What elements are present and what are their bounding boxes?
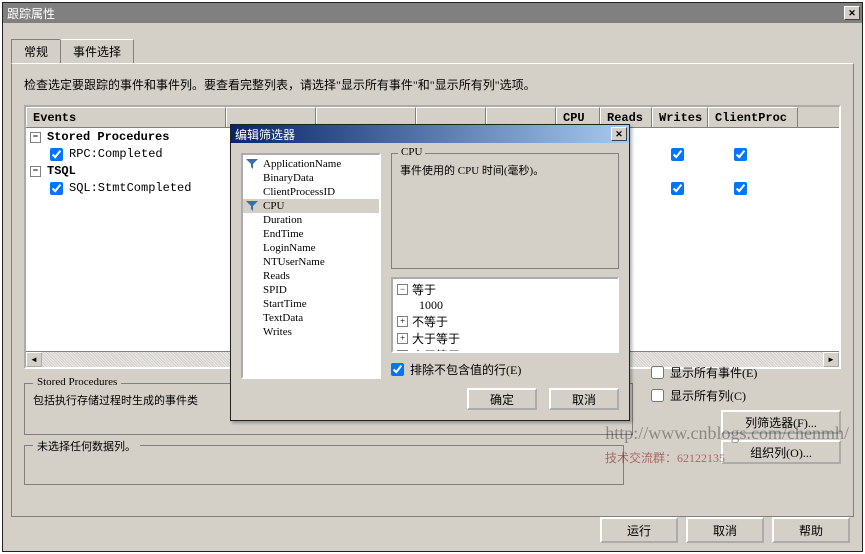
dialog-cancel-button[interactable]: 取消 [549,388,619,410]
show-all-events-check[interactable] [651,366,664,379]
dialog-titlebar: 编辑筛选器 ✕ [231,125,629,143]
expander-icon[interactable]: − [397,284,408,295]
show-all-cols-check[interactable] [651,389,664,402]
category-sp-label: Stored Procedures [47,130,169,144]
category-tsql-label: TSQL [47,164,76,178]
filter-item-spid[interactable]: SPID [243,283,379,297]
col-events[interactable]: Events [26,107,226,127]
scroll-left-icon[interactable]: ◄ [26,352,42,367]
funnel-icon [246,201,258,211]
filter-item-textdata[interactable]: TextData [243,311,379,325]
funnel-icon [246,159,258,169]
exclude-row: 排除不包含值的行(E) [391,361,619,378]
chk-stmt-cp[interactable] [734,182,747,195]
close-button[interactable]: ✕ [844,6,860,20]
check-stmt[interactable] [50,182,63,195]
show-all-events-label[interactable]: 显示所有事件(E) [651,364,841,381]
tab-strip: 常规 事件选择 [11,39,854,63]
bottom-buttons: 运行 取消 帮助 [600,517,850,543]
tab-general[interactable]: 常规 [11,39,61,63]
titlebar: 跟踪属性 ✕ [3,3,862,23]
filter-item-cpu[interactable]: CPU [243,199,379,213]
chk-rpc-cp[interactable] [734,148,747,161]
expander-icon[interactable]: + [397,333,408,344]
chk-stmt-writes[interactable] [671,182,684,195]
cpu-group-title: CPU [398,146,425,158]
tree-eq[interactable]: −等于 [395,281,615,298]
dialog-title: 编辑筛选器 [235,126,295,143]
cpu-desc: 事件使用的 CPU 时间(毫秒)。 [400,162,610,178]
col-clientproc[interactable]: ClientProc [708,107,798,127]
nodatacol-groupbox: 未选择任何数据列。 [24,445,624,485]
run-button[interactable]: 运行 [600,517,678,543]
cpu-description-box: CPU 事件使用的 CPU 时间(毫秒)。 [391,153,619,269]
event-rpc-label: RPC:Completed [69,147,163,161]
organize-cols-button[interactable]: 组织列(O)... [721,440,841,464]
tab-events[interactable]: 事件选择 [60,39,134,63]
cancel-button[interactable]: 取消 [686,517,764,543]
filter-item-binarydata[interactable]: BinaryData [243,171,379,185]
event-stmt-label: SQL:StmtCompleted [69,181,191,195]
check-rpc[interactable] [50,148,63,161]
filter-item-duration[interactable]: Duration [243,213,379,227]
instruction-text: 检查选定要跟踪的事件和事件列。要查看完整列表，请选择"显示所有事件"和"显示所有… [24,76,841,93]
window-title: 跟踪属性 [7,5,55,22]
tree-neq[interactable]: +不等于 [395,313,615,330]
filter-item-writes[interactable]: Writes [243,325,379,339]
expander-icon[interactable]: + [397,316,408,327]
expander-icon[interactable]: − [30,132,41,143]
help-button[interactable]: 帮助 [772,517,850,543]
exclude-check[interactable] [391,363,404,376]
tree-gte[interactable]: +大于等于 [395,330,615,347]
dialog-close-button[interactable]: ✕ [611,127,627,141]
col-writes[interactable]: Writes [652,107,708,127]
filter-item-loginname[interactable]: LoginName [243,241,379,255]
dialog-ok-button[interactable]: 确定 [467,388,537,410]
tree-eq-value[interactable]: 1000 [395,298,615,313]
filter-item-ntusername[interactable]: NTUserName [243,255,379,269]
sp-group-title: Stored Procedures [33,376,121,388]
filter-item-clientprocessid[interactable]: ClientProcessID [243,185,379,199]
col-filters-button[interactable]: 列筛选器(F)... [721,410,841,434]
filter-item-starttime[interactable]: StartTime [243,297,379,311]
expander-icon[interactable]: − [30,166,41,177]
right-options: 显示所有事件(E) 显示所有列(C) 列筛选器(F)... 组织列(O)... [651,364,841,464]
operator-tree[interactable]: −等于 1000 +不等于 +大于等于 +小于等于 [391,277,619,353]
filter-dialog: 编辑筛选器 ✕ ApplicationName BinaryData Clien… [230,124,630,421]
tree-lte[interactable]: +小于等于 [395,347,615,353]
show-all-cols-label[interactable]: 显示所有列(C) [651,387,841,404]
filter-item-reads[interactable]: Reads [243,269,379,283]
exclude-label: 排除不包含值的行(E) [410,361,521,378]
nodatacol-label: 未选择任何数据列。 [33,438,140,454]
filter-list[interactable]: ApplicationName BinaryData ClientProcess… [241,153,381,379]
filter-item-applicationname[interactable]: ApplicationName [243,157,379,171]
expander-icon[interactable]: + [397,350,408,353]
chk-rpc-writes[interactable] [671,148,684,161]
filter-item-endtime[interactable]: EndTime [243,227,379,241]
